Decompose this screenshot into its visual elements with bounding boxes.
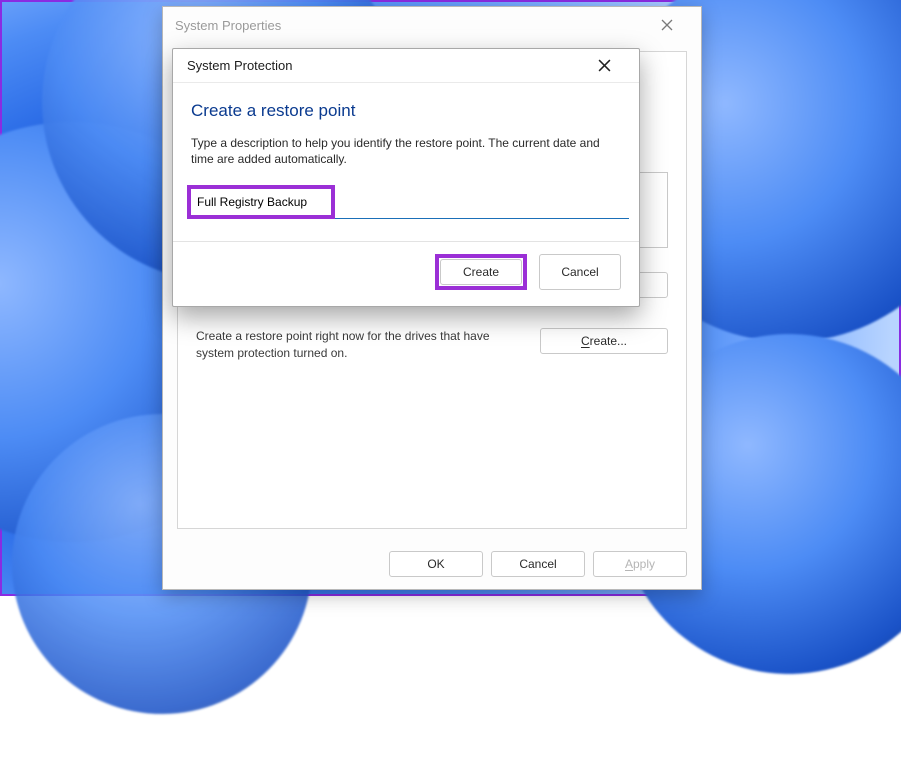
create-button-highlight: Create [435, 254, 527, 290]
modal-titlebar: System Protection [173, 49, 639, 83]
modal-helptext: Type a description to help you identify … [191, 135, 621, 167]
description-input-highlight [187, 185, 335, 219]
create-restore-point-button[interactable]: Create... [540, 328, 668, 354]
cancel-button[interactable]: Cancel [539, 254, 621, 290]
apply-button: Apply [593, 551, 687, 577]
create-description: Create a restore point right now for the… [196, 328, 522, 360]
create-button[interactable]: Create [440, 259, 522, 285]
cancel-button[interactable]: Cancel [491, 551, 585, 577]
restore-point-description-input[interactable] [191, 189, 325, 215]
close-icon[interactable] [583, 52, 625, 80]
dialog-button-row: OK Cancel Apply [389, 551, 687, 577]
ok-button[interactable]: OK [389, 551, 483, 577]
sysprops-title: System Properties [175, 18, 281, 33]
create-restore-point-dialog: System Protection Create a restore point… [172, 48, 640, 307]
modal-heading: Create a restore point [191, 101, 621, 121]
modal-title: System Protection [187, 58, 293, 73]
close-icon[interactable] [645, 10, 689, 40]
sysprops-titlebar: System Properties [163, 7, 701, 43]
